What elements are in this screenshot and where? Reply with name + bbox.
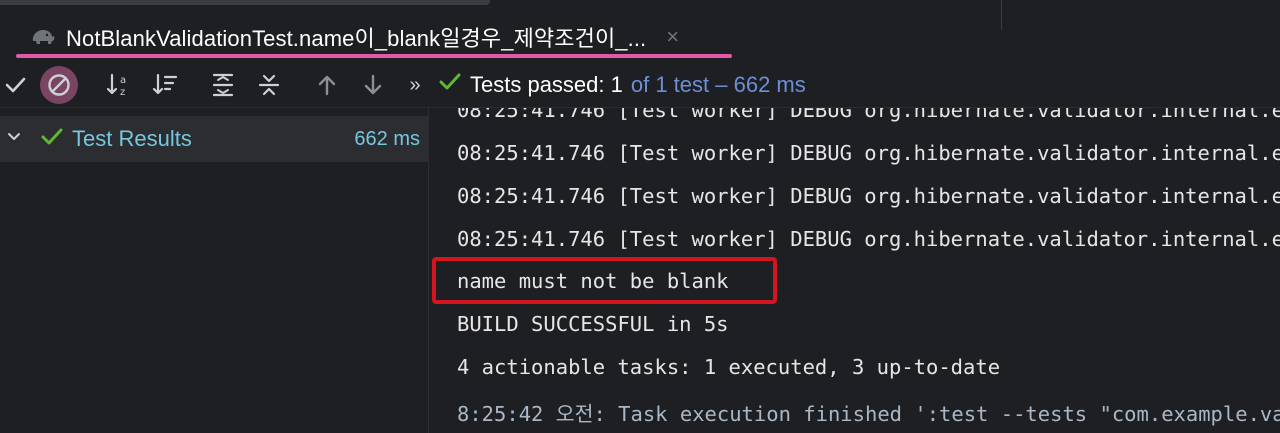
expand-all-icon[interactable] bbox=[204, 66, 242, 104]
arrow-up-icon[interactable] bbox=[308, 66, 346, 104]
tab-test-run[interactable]: NotBlankValidationTest.name이_blank일경우_제약… bbox=[16, 14, 732, 60]
test-runner-toolbar: a z » Tests passed: 1 of 1 test – 662 ms bbox=[0, 62, 1280, 108]
pass-check-icon bbox=[40, 126, 64, 153]
console-output[interactable]: 08:25:41.746 [Test worker] DEBUG org.hib… bbox=[429, 108, 1280, 433]
tab-bar-top-strip bbox=[0, 0, 490, 5]
console-line: 08:25:41.746 [Test worker] DEBUG org.hib… bbox=[457, 184, 1280, 208]
arrow-down-icon[interactable] bbox=[354, 66, 392, 104]
svg-text:z: z bbox=[120, 87, 125, 98]
tree-item-duration: 662 ms bbox=[354, 127, 420, 150]
test-status: Tests passed: 1 of 1 test – 662 ms bbox=[438, 62, 806, 108]
console-line: 8:25:42 오전: Task execution finished ':te… bbox=[457, 402, 1280, 426]
stop-icon[interactable] bbox=[40, 66, 78, 104]
tab-bar-divider bbox=[1001, 0, 1002, 30]
tab-title: NotBlankValidationTest.name이_blank일경우_제약… bbox=[66, 26, 647, 51]
console-line: 4 actionable tasks: 1 executed, 3 up-to-… bbox=[457, 355, 1001, 379]
test-results-tree: Test Results 662 ms bbox=[0, 108, 428, 433]
annotation-highlight-box bbox=[432, 257, 777, 304]
chevron-down-icon[interactable] bbox=[6, 130, 22, 148]
check-icon[interactable] bbox=[0, 66, 34, 104]
active-tab-underline bbox=[16, 54, 732, 58]
status-detail-link[interactable]: of 1 test – 662 ms bbox=[631, 72, 806, 98]
editor-tab-bar: NotBlankValidationTest.name이_blank일경우_제약… bbox=[0, 0, 1280, 62]
svg-text:a: a bbox=[120, 75, 126, 86]
console-line: BUILD SUCCESSFUL in 5s bbox=[457, 312, 729, 336]
console-line: 08:25:41.746 [Test worker] DEBUG org.hib… bbox=[457, 141, 1280, 165]
status-passed-text: Tests passed: 1 bbox=[470, 72, 623, 97]
gradle-elephant-icon bbox=[30, 26, 56, 48]
tree-item-label: Test Results bbox=[72, 126, 192, 151]
more-icon[interactable]: » bbox=[396, 66, 434, 104]
sort-alpha-icon[interactable]: a z bbox=[100, 66, 138, 104]
sort-duration-icon[interactable] bbox=[146, 66, 184, 104]
console-line: 08:25:41.746 [Test worker] DEBUG org.hib… bbox=[457, 108, 1280, 122]
collapse-all-icon[interactable] bbox=[250, 66, 288, 104]
pass-check-icon bbox=[438, 71, 462, 99]
tree-item-test-results[interactable]: Test Results 662 ms bbox=[0, 116, 428, 162]
close-icon[interactable]: × bbox=[666, 26, 679, 48]
console-line: 08:25:41.746 [Test worker] DEBUG org.hib… bbox=[457, 227, 1280, 251]
